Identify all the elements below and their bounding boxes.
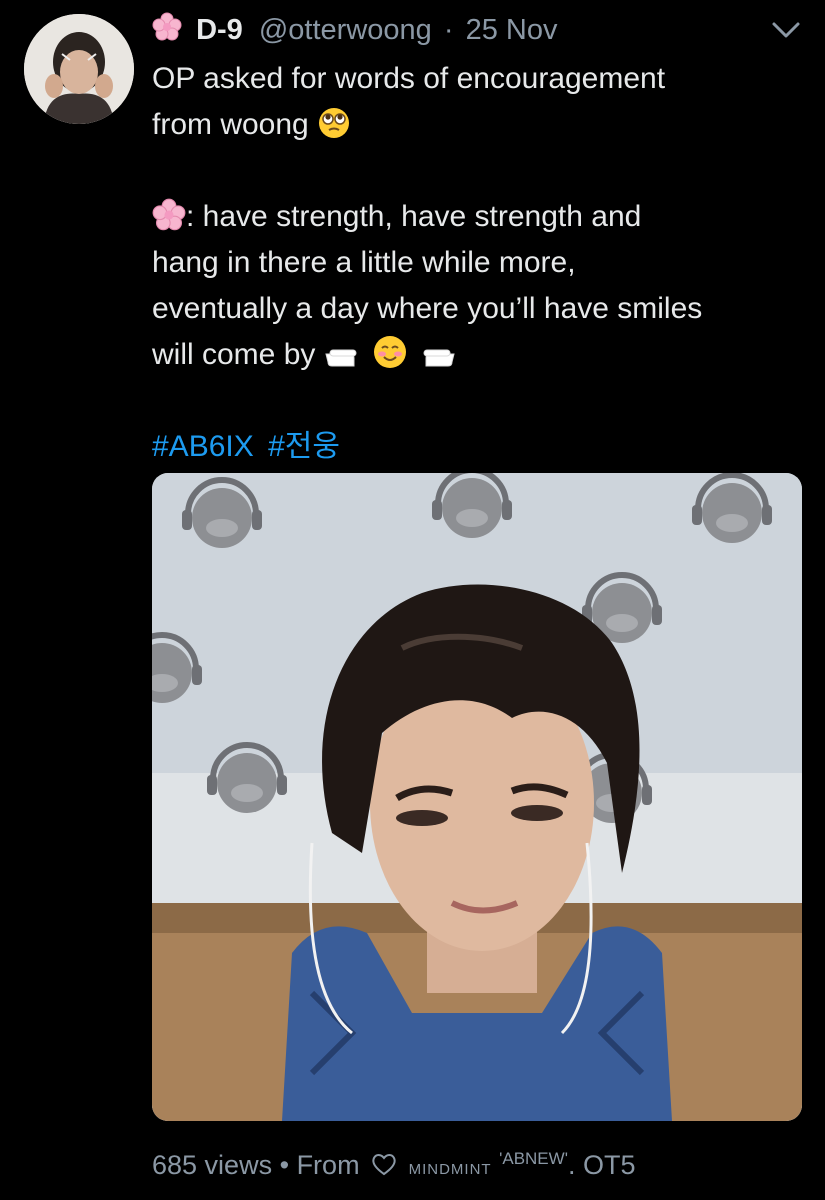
- pointing-left-hand-emoji: [423, 349, 456, 367]
- heart-outline-icon: [372, 1154, 396, 1176]
- source-suffix[interactable]: . OT5: [568, 1150, 636, 1180]
- hashtags: #AB6IX #전웅: [152, 424, 802, 470]
- tweet-media[interactable]: [152, 473, 802, 1121]
- from-label: From: [296, 1150, 360, 1180]
- text-line: hang in there a little while more,: [152, 246, 576, 279]
- header-separator: ·: [443, 14, 454, 46]
- source-quote[interactable]: 'ABNEW': [499, 1149, 568, 1168]
- text-line: have strength, have strength and: [194, 200, 642, 233]
- hashtag-link[interactable]: #AB6IX: [152, 430, 254, 463]
- tweet-footer: 685 views • From mindmint 'ABNEW'. OT5: [152, 1141, 635, 1185]
- source-name[interactable]: mindmint: [409, 1154, 492, 1179]
- footer-dot: •: [279, 1150, 290, 1180]
- hashtag-link[interactable]: #전웅: [268, 430, 340, 463]
- chevron-down-icon[interactable]: [770, 18, 802, 42]
- text-line: OP asked for words of encouragement: [152, 62, 666, 95]
- avatar-image: [24, 14, 134, 124]
- text-line: from woong: [152, 108, 309, 141]
- text-line: will come by: [152, 338, 324, 371]
- tweet-header: D-9 @otterwoong · 25 Nov: [152, 12, 765, 48]
- display-name[interactable]: D-9: [196, 14, 243, 46]
- pleading-eyes-emoji: [319, 108, 350, 138]
- cherry-blossom-icon: [152, 12, 182, 41]
- avatar[interactable]: [24, 14, 134, 124]
- user-handle[interactable]: @otterwoong: [259, 14, 432, 46]
- pointing-right-hand-emoji: [325, 349, 357, 367]
- text-line: eventually a day where you’ll have smile…: [152, 292, 703, 325]
- media-image: [152, 473, 802, 1121]
- view-count: 685 views: [152, 1150, 273, 1180]
- cherry-blossom-icon: [152, 198, 186, 231]
- tweet-text: OP asked for words of encouragement from…: [152, 56, 802, 470]
- smiling-blush-emoji: [374, 336, 407, 368]
- tweet-date[interactable]: 25 Nov: [466, 14, 558, 46]
